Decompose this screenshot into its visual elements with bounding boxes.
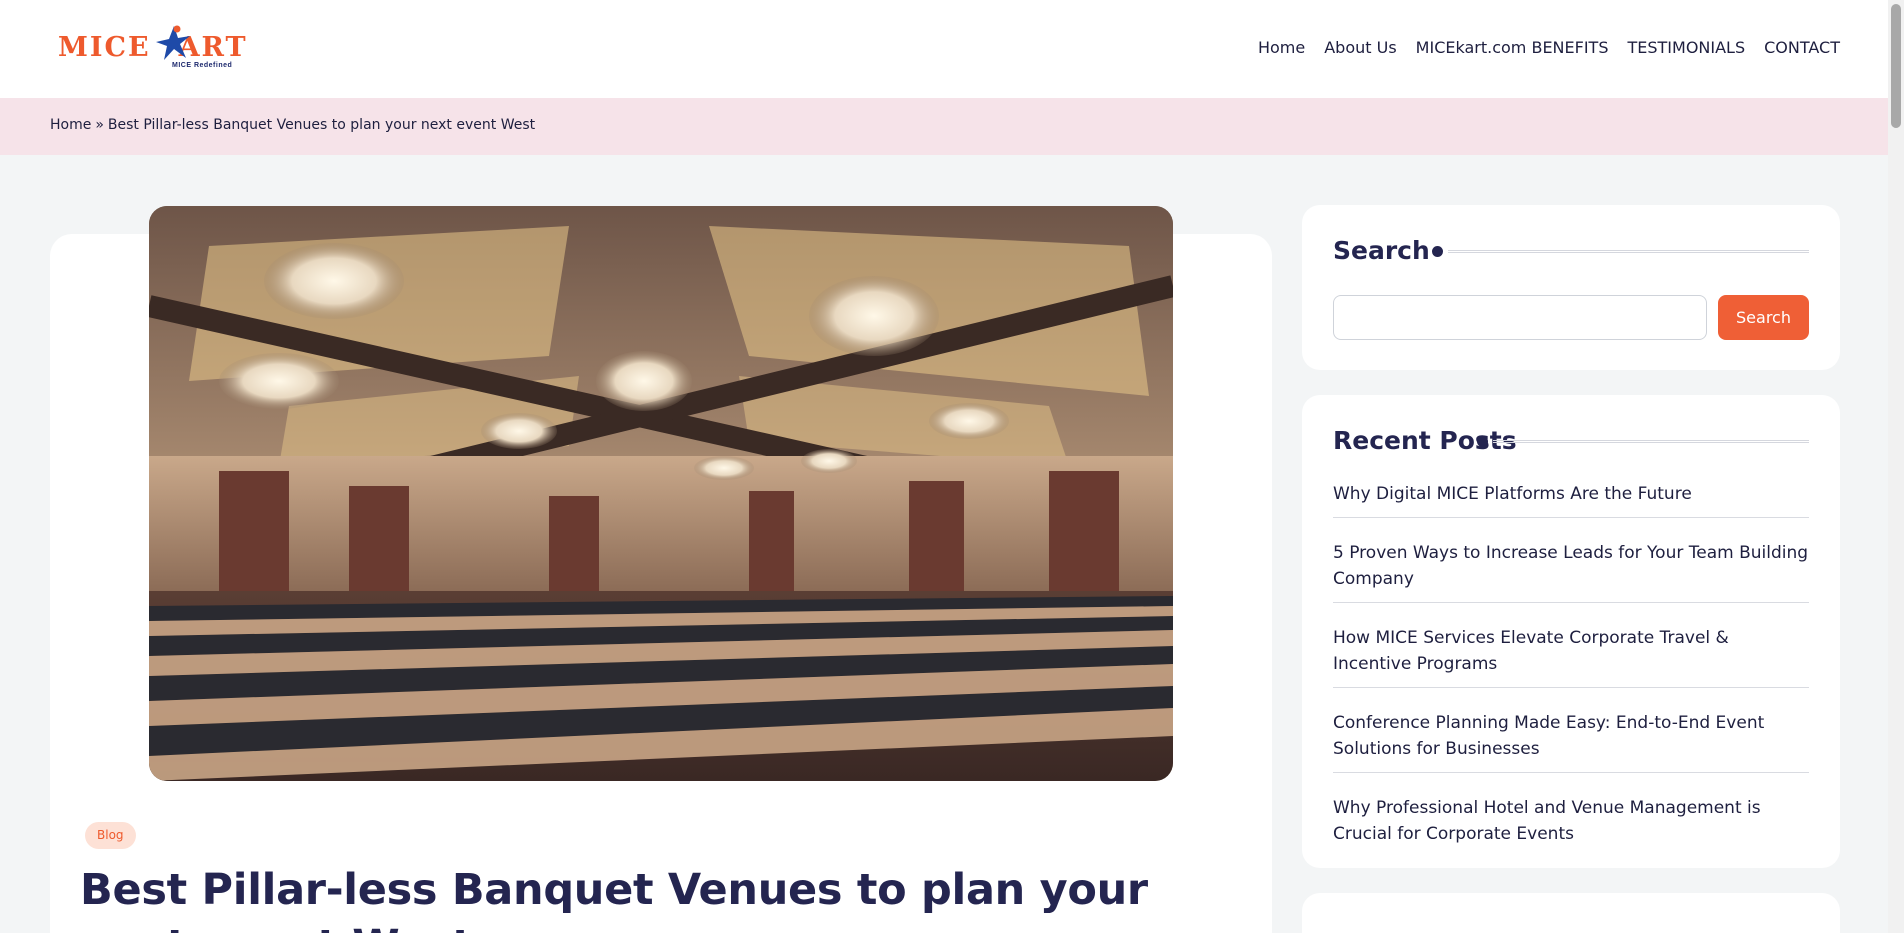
- recent-post-link[interactable]: Why Professional Hotel and Venue Managem…: [1333, 795, 1809, 847]
- recent-posts-list: Why Digital MICE Platforms Are the Futur…: [1333, 481, 1809, 879]
- page-scrollbar[interactable]: [1888, 0, 1904, 933]
- search-button[interactable]: Search: [1718, 295, 1809, 340]
- site-logo[interactable]: MICE ART MICE Redefined: [58, 24, 258, 74]
- site-header: MICE ART MICE Redefined Home About Us MIC…: [0, 0, 1888, 98]
- list-item: Why Digital MICE Platforms Are the Futur…: [1333, 481, 1809, 518]
- list-item: Conference Planning Made Easy: End-to-En…: [1333, 710, 1809, 773]
- next-sidebar-widget: [1302, 893, 1840, 933]
- recent-post-link[interactable]: How MICE Services Elevate Corporate Trav…: [1333, 625, 1809, 677]
- search-widget-title: Search: [1333, 236, 1430, 265]
- featured-image-banquet-hall: [149, 206, 1173, 781]
- logo-tagline: MICE Redefined: [172, 62, 233, 69]
- breadcrumb-current: Best Pillar-less Banquet Venues to plan …: [107, 117, 536, 133]
- article-title: Best Pillar-less Banquet Venues to plan …: [80, 865, 1148, 933]
- list-item: 5 Proven Ways to Increase Leads for Your…: [1333, 540, 1809, 603]
- nav-contact[interactable]: CONTACT: [1764, 38, 1840, 57]
- main-navigation: Home About Us MICEkart.com BENEFITS TEST…: [1258, 38, 1840, 57]
- search-input[interactable]: [1333, 295, 1707, 340]
- list-item: How MICE Services Elevate Corporate Trav…: [1333, 625, 1809, 688]
- nav-about-us[interactable]: About Us: [1324, 38, 1396, 57]
- recent-post-link[interactable]: Conference Planning Made Easy: End-to-En…: [1333, 710, 1809, 762]
- nav-benefits[interactable]: MICEkart.com BENEFITS: [1416, 38, 1609, 57]
- list-item: Why Professional Hotel and Venue Managem…: [1333, 795, 1809, 857]
- breadcrumb: Home» Best Pillar-less Banquet Venues to …: [50, 117, 539, 133]
- search-widget: Search Search: [1302, 205, 1840, 370]
- recent-post-link[interactable]: Why Digital MICE Platforms Are the Futur…: [1333, 481, 1809, 507]
- logo-star-figure-icon: [156, 25, 190, 60]
- title-decoration: [1432, 245, 1809, 257]
- recent-post-link[interactable]: 5 Proven Ways to Increase Leads for Your…: [1333, 540, 1809, 592]
- breadcrumb-separator: »: [95, 117, 104, 133]
- scrollbar-thumb[interactable]: [1891, 4, 1901, 128]
- breadcrumb-bar: Home» Best Pillar-less Banquet Venues to …: [0, 98, 1888, 155]
- title-decoration: [1477, 435, 1809, 447]
- breadcrumb-home-link[interactable]: Home: [50, 117, 91, 133]
- nav-testimonials[interactable]: TESTIMONIALS: [1627, 38, 1745, 57]
- nav-home[interactable]: Home: [1258, 38, 1305, 57]
- recent-posts-widget: Recent Posts Why Digital MICE Platforms …: [1302, 395, 1840, 868]
- category-badge[interactable]: Blog: [85, 822, 136, 849]
